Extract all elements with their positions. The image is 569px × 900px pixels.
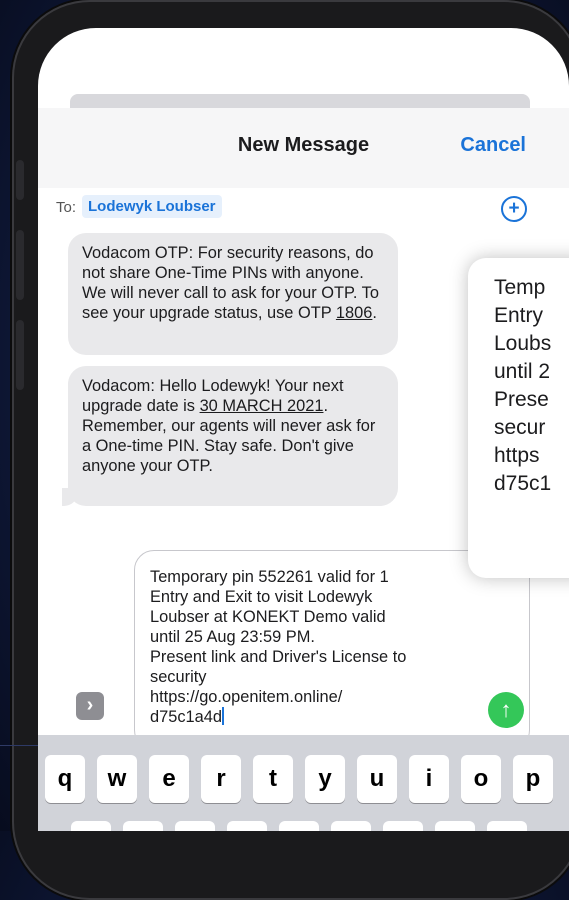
preview-line: Prese bbox=[494, 388, 549, 411]
preview-line: Temp bbox=[494, 276, 546, 299]
upgrade-date-link[interactable]: 30 MARCH 2021 bbox=[200, 397, 324, 415]
keyboard: q w e r t y u i o p bbox=[38, 735, 569, 831]
message-bubble: Vodacom: Hello Lodewyk! Your next upgrad… bbox=[62, 366, 398, 506]
preview-line: Entry bbox=[494, 304, 544, 327]
preview-line: secur bbox=[494, 416, 546, 439]
otp-code[interactable]: 1806 bbox=[336, 304, 372, 322]
key-row2[interactable] bbox=[227, 821, 267, 831]
key-o[interactable]: o bbox=[461, 755, 501, 803]
send-button[interactable]: ↑ bbox=[488, 692, 524, 728]
plus-circle-icon[interactable]: + bbox=[501, 196, 527, 222]
key-p[interactable]: p bbox=[513, 755, 553, 803]
key-e[interactable]: e bbox=[149, 755, 189, 803]
chevron-right-icon[interactable]: › bbox=[76, 692, 104, 720]
key-q[interactable]: q bbox=[45, 755, 85, 803]
cancel-button[interactable]: Cancel bbox=[460, 134, 526, 157]
key-t[interactable]: t bbox=[253, 755, 293, 803]
message-bubble: Vodacom OTP: For security reasons, do no… bbox=[68, 233, 398, 355]
key-y[interactable]: y bbox=[305, 755, 345, 803]
message-compose-field[interactable]: Temporary pin 552261 valid for 1 Entry a… bbox=[134, 550, 530, 750]
preview-line: d75c1 bbox=[494, 472, 552, 495]
text-caret bbox=[222, 707, 225, 725]
key-row2[interactable] bbox=[175, 821, 215, 831]
preview-line: https bbox=[494, 444, 540, 467]
compose-text: Temporary pin 552261 valid for 1 Entry a… bbox=[150, 568, 407, 726]
key-w[interactable]: w bbox=[97, 755, 137, 803]
mute-switch bbox=[16, 160, 24, 200]
sheet-background-peek bbox=[70, 94, 530, 108]
key-row2[interactable] bbox=[487, 821, 527, 831]
key-row2[interactable] bbox=[435, 821, 475, 831]
key-row2[interactable] bbox=[123, 821, 163, 831]
key-row2[interactable] bbox=[331, 821, 371, 831]
key-r[interactable]: r bbox=[201, 755, 241, 803]
key-u[interactable]: u bbox=[357, 755, 397, 803]
message-text-end: . bbox=[372, 304, 377, 322]
recipient-chip[interactable]: Lodewyk Loubser bbox=[82, 195, 222, 218]
message-text: Vodacom OTP: For security reasons, do no… bbox=[82, 244, 379, 322]
preview-line: Loubs bbox=[494, 332, 552, 355]
volume-up-button bbox=[16, 230, 24, 300]
key-row2[interactable] bbox=[279, 821, 319, 831]
recipient-row[interactable]: To: Lodewyk Loubser bbox=[38, 193, 569, 223]
key-row2[interactable] bbox=[383, 821, 423, 831]
volume-down-button bbox=[16, 320, 24, 390]
key-i[interactable]: i bbox=[409, 755, 449, 803]
zoomed-message-preview: Temp Entry Loubs until 2 Prese secur htt… bbox=[468, 258, 569, 578]
preview-text: Temp Entry Loubs until 2 Prese secur htt… bbox=[494, 274, 551, 498]
preview-line: until 2 bbox=[494, 360, 551, 383]
to-label: To: bbox=[56, 199, 77, 216]
arrow-up-icon: ↑ bbox=[500, 697, 512, 722]
key-row2[interactable] bbox=[71, 821, 111, 831]
